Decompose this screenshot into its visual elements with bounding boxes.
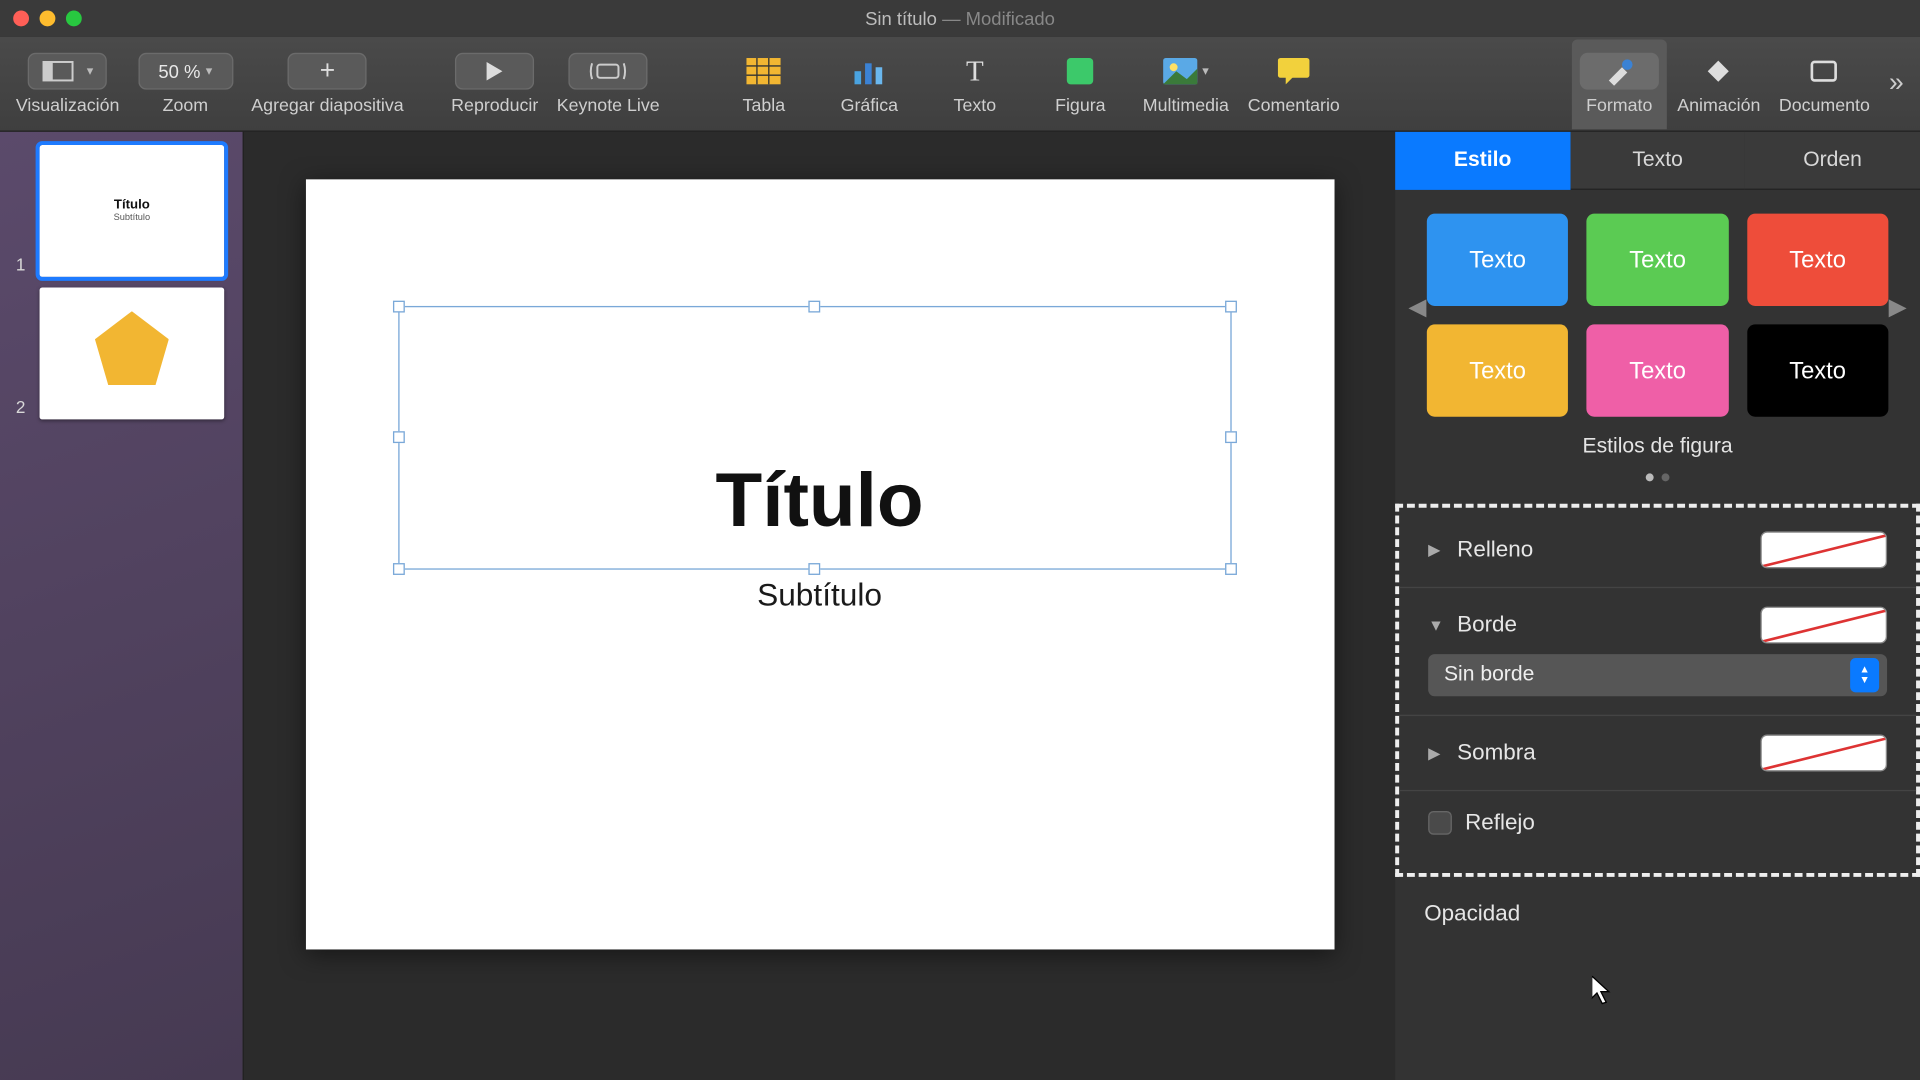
reflection-row[interactable]: Reflejo	[1399, 791, 1916, 854]
style-swatch-blue[interactable]: Texto	[1427, 214, 1569, 306]
shadow-color-well[interactable]	[1760, 735, 1887, 772]
inspector-tab-text[interactable]: Texto	[1570, 132, 1745, 190]
window-controls	[0, 11, 82, 27]
chart-button[interactable]: Gráfica	[818, 39, 921, 129]
resize-handle[interactable]	[1224, 563, 1236, 575]
style-swatch-red[interactable]: Texto	[1747, 214, 1889, 306]
inspector-tab-style[interactable]: Estilo	[1395, 132, 1570, 190]
slide[interactable]: Título Subtítulo	[305, 179, 1334, 949]
opacity-label: Opacidad	[1395, 877, 1920, 927]
resize-handle[interactable]	[1224, 431, 1236, 443]
view-button[interactable]: ▾ Visualización	[8, 39, 127, 129]
slide-thumbnail-1[interactable]: 1 Título Subtítulo	[40, 145, 225, 277]
shape-styles-caption: Estilos de figura	[1395, 425, 1920, 465]
pentagon-shape-thumb	[95, 311, 169, 385]
slide-number: 1	[16, 255, 26, 275]
media-button[interactable]: ▾ Multimedia	[1134, 39, 1237, 129]
styles-page-dots	[1395, 464, 1920, 498]
fill-color-well[interactable]	[1760, 531, 1887, 568]
style-swatch-yellow[interactable]: Texto	[1427, 324, 1569, 416]
disclosure-icon[interactable]: ▼	[1428, 616, 1444, 634]
border-color-well[interactable]	[1760, 607, 1887, 644]
shape-styles-grid: Texto Texto Texto Texto Texto Texto	[1395, 190, 1920, 425]
keynote-live-button[interactable]: Keynote Live	[549, 39, 668, 129]
slide-navigator: 1 Título Subtítulo 2	[0, 132, 244, 1080]
resize-handle[interactable]	[392, 563, 404, 575]
slide-canvas-area[interactable]: Título Subtítulo	[244, 132, 1395, 1080]
zoom-window-button[interactable]	[66, 11, 82, 27]
resize-handle[interactable]	[1224, 301, 1236, 313]
resize-handle[interactable]	[392, 301, 404, 313]
slide-number: 2	[16, 397, 26, 417]
document-name: Sin título	[865, 8, 937, 29]
add-slide-button[interactable]: + Agregar diapositiva	[243, 39, 411, 129]
select-stepper-icon: ▲▼	[1850, 658, 1879, 692]
format-inspector-panel: Estilo Texto Orden ◀ ▶ Texto Texto Texto…	[1395, 132, 1920, 1080]
style-swatch-green[interactable]: Texto	[1587, 214, 1729, 306]
comment-button[interactable]: Comentario	[1240, 39, 1348, 129]
border-row[interactable]: ▼Borde	[1399, 588, 1916, 654]
resize-handle[interactable]	[808, 301, 820, 313]
disclosure-icon[interactable]: ▶	[1428, 541, 1444, 559]
document-inspector-button[interactable]: Documento	[1771, 39, 1878, 129]
slide-thumbnail-2[interactable]: 2	[40, 287, 225, 419]
table-button[interactable]: Tabla	[712, 39, 815, 129]
style-swatch-black[interactable]: Texto	[1747, 324, 1889, 416]
shadow-row[interactable]: ▶Sombra	[1399, 716, 1916, 791]
reflection-checkbox[interactable]	[1428, 811, 1452, 835]
document-status: Modificado	[966, 8, 1055, 29]
close-window-button[interactable]	[13, 11, 29, 27]
zoom-button[interactable]: 50 %▾ Zoom	[130, 39, 241, 129]
highlighted-properties-region: ▶Relleno ▼Borde Sin borde ▲▼ ▶Sombra Ref…	[1395, 504, 1920, 877]
resize-handle[interactable]	[808, 563, 820, 575]
slide-subtitle-text[interactable]: Subtítulo	[305, 578, 1334, 615]
titlebar: Sin título — Modificado	[0, 0, 1920, 37]
slide-title-text[interactable]: Título	[305, 456, 1334, 544]
style-swatch-pink[interactable]: Texto	[1587, 324, 1729, 416]
window-title: Sin título — Modificado	[865, 8, 1055, 29]
resize-handle[interactable]	[392, 431, 404, 443]
text-button[interactable]: T Texto	[923, 39, 1026, 129]
format-inspector-button[interactable]: Formato	[1572, 39, 1667, 129]
toolbar-overflow-icon[interactable]: »	[1880, 69, 1912, 99]
disclosure-icon[interactable]: ▶	[1428, 744, 1444, 762]
toolbar: ▾ Visualización 50 %▾ Zoom + Agregar dia…	[0, 37, 1920, 132]
play-button[interactable]: Reproducir	[443, 39, 546, 129]
shape-button[interactable]: Figura	[1029, 39, 1132, 129]
animate-inspector-button[interactable]: Animación	[1669, 39, 1768, 129]
inspector-tab-arrange[interactable]: Orden	[1745, 132, 1920, 190]
border-style-select[interactable]: Sin borde ▲▼	[1428, 654, 1887, 696]
minimize-window-button[interactable]	[40, 11, 56, 27]
fill-row[interactable]: ▶Relleno	[1399, 513, 1916, 588]
